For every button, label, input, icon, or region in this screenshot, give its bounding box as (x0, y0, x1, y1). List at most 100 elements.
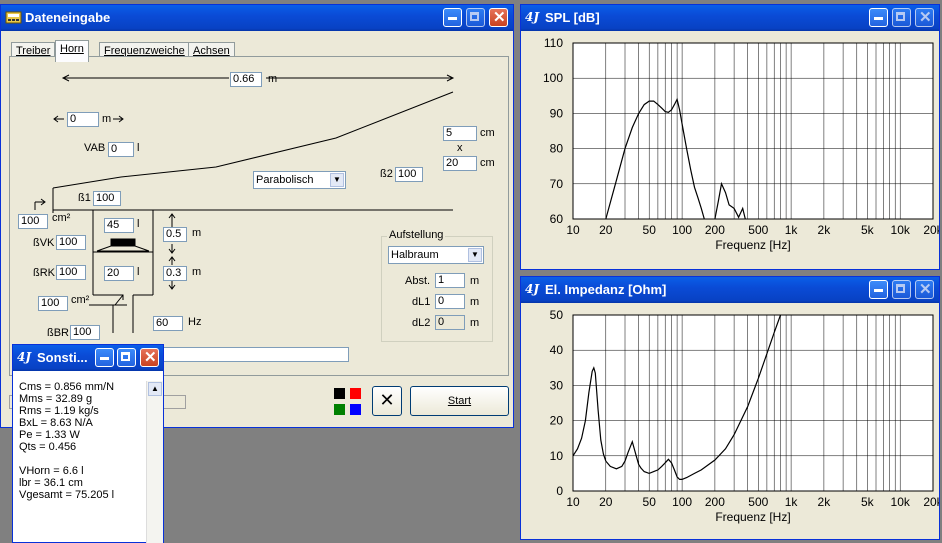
mouth-height-unit: cm (480, 157, 495, 169)
info-line: Pe = 1.33 W (19, 429, 80, 441)
minimize-icon (100, 357, 109, 360)
x-tick-label: 10 (566, 495, 580, 509)
x-axis-label: Frequenz [Hz] (715, 510, 790, 524)
vertical-scrollbar[interactable]: ▲ (146, 381, 163, 543)
y-tick-label: 50 (550, 308, 564, 322)
info-line: Mms = 32.89 g (19, 393, 93, 405)
vab-label: VAB (84, 142, 106, 154)
maximize-button[interactable] (892, 8, 911, 27)
frequency-field[interactable]: 60 (153, 316, 183, 331)
minimize-button[interactable] (869, 280, 888, 299)
x-tick-label: 10 (566, 223, 580, 237)
maximize-icon (896, 12, 905, 21)
mouth-height-field[interactable]: 20 (443, 156, 477, 171)
bbr-field[interactable]: 100 (70, 325, 100, 340)
abst-label: Abst. (405, 275, 431, 287)
distance1-field[interactable]: 0.5 (163, 227, 187, 242)
aufstellung-value: Halbraum (391, 249, 439, 261)
frequency-unit: Hz (188, 316, 202, 328)
color-swatch-red[interactable] (350, 388, 361, 399)
dl1-unit: m (470, 296, 480, 308)
rk-field[interactable]: 20 (104, 266, 134, 281)
rk-unit: l (137, 266, 140, 278)
sonstiges-window: 4J Sonsti... ✕ Cms = 0.856 mm/N Mms = 32… (12, 344, 164, 543)
clear-button[interactable]: ✕ (372, 386, 402, 416)
bbr-label: ßBR (47, 327, 69, 339)
y-tick-label: 80 (550, 142, 564, 156)
minimize-icon (874, 17, 883, 20)
spl-titlebar[interactable]: 4J SPL [dB] ✕ (521, 5, 939, 31)
beta2-field[interactable]: 100 (395, 167, 423, 182)
color-swatch-blue[interactable] (350, 404, 361, 415)
abst-field[interactable]: 1 (435, 273, 465, 288)
sonstiges-text[interactable]: Cms = 0.856 mm/N Mms = 32.89 g Rms = 1.1… (19, 381, 147, 501)
sonstiges-titlebar[interactable]: 4J Sonsti... ✕ (13, 345, 163, 371)
close-button[interactable]: ✕ (915, 280, 934, 299)
close-icon: ✕ (919, 9, 932, 26)
abst-unit: m (470, 275, 480, 287)
distance2-field[interactable]: 0.3 (163, 266, 187, 281)
aufstellung-select[interactable]: Halbraum ▼ (388, 246, 484, 264)
close-button[interactable]: ✕ (915, 8, 934, 27)
y-tick-label: 70 (550, 177, 564, 191)
minimize-button[interactable] (95, 348, 114, 367)
x-tick-label: 20k (923, 495, 939, 509)
spl-window: 4J SPL [dB] ✕ 10 20 50 100 200 500 1k 2k 5k 10k 20… (520, 4, 940, 270)
close-button[interactable]: ✕ (140, 348, 159, 367)
close-icon: ✕ (379, 390, 395, 410)
horn-length-field[interactable]: 0.66 (230, 72, 262, 87)
port-area-unit: cm² (71, 294, 90, 306)
scroll-up-button[interactable]: ▲ (148, 382, 162, 396)
maximize-icon (896, 284, 905, 293)
mouth-width-unit: cm (480, 127, 495, 139)
info-line (19, 453, 147, 465)
plot-area (572, 42, 934, 220)
maximize-icon (121, 352, 130, 361)
spl-chart: 10 20 50 100 200 500 1k 2k 5k 10k 20k 60 70 80 90 100 11… (543, 36, 939, 252)
mouth-width-field[interactable]: 5 (443, 126, 477, 141)
y-tick-label: 20 (550, 414, 564, 428)
offset-field[interactable]: 0 (67, 112, 99, 127)
x-tick-label: 5k (861, 223, 875, 237)
color-swatch-black[interactable] (334, 388, 345, 399)
brk-field[interactable]: 100 (56, 265, 86, 280)
app-logo-icon: 4J (525, 10, 540, 24)
info-line: Qts = 0.456 (19, 441, 77, 453)
info-line: VHorn = 6.6 l (19, 465, 84, 477)
maximize-button[interactable] (892, 280, 911, 299)
app-logo-icon: 4J (525, 282, 540, 296)
x-tick-label: 500 (748, 223, 768, 237)
vk-field[interactable]: 45 (104, 218, 134, 233)
beta1-field[interactable]: 100 (93, 191, 121, 206)
start-button[interactable]: Start (410, 386, 509, 416)
throat-area-field[interactable]: 100 (18, 214, 48, 229)
vab-field[interactable]: 0 (108, 142, 134, 157)
chevron-down-icon: ▼ (468, 248, 482, 262)
y-tick-label: 10 (550, 449, 564, 463)
tab-horn[interactable]: Horn (55, 40, 89, 62)
info-line: Vgesamt = 75.205 l (19, 489, 115, 501)
bvk-field[interactable]: 100 (56, 235, 86, 250)
x-tick-label: 5k (861, 495, 875, 509)
x-tick-label: 100 (672, 223, 692, 237)
window-title: El. Impedanz [Ohm] (545, 282, 667, 297)
tab-horn-label: Horn (60, 43, 84, 55)
x-tick-label: 200 (705, 495, 725, 509)
vab-unit: l (137, 142, 140, 154)
aufstellung-label: Aufstellung (387, 229, 446, 241)
y-tick-label: 40 (550, 343, 564, 357)
info-line: Cms = 0.856 mm/N (19, 381, 115, 393)
minimize-button[interactable] (869, 8, 888, 27)
maximize-button[interactable] (117, 348, 136, 367)
impedance-titlebar[interactable]: 4J El. Impedanz [Ohm] ✕ (521, 277, 939, 303)
dl2-field[interactable]: 0 (435, 315, 465, 330)
impedance-chart: 1020501002005001k2k5k10k20k01020304050Fr… (550, 308, 939, 524)
bvk-label: ßVK (33, 237, 55, 249)
window-title: SPL [dB] (545, 10, 600, 25)
offset-unit: m (102, 113, 112, 125)
dl1-field[interactable]: 0 (435, 294, 465, 309)
minimize-icon (874, 289, 883, 292)
horn-profile-select[interactable]: Parabolisch ▼ (253, 171, 346, 189)
port-area-field[interactable]: 100 (38, 296, 68, 311)
color-swatch-green[interactable] (334, 404, 345, 415)
